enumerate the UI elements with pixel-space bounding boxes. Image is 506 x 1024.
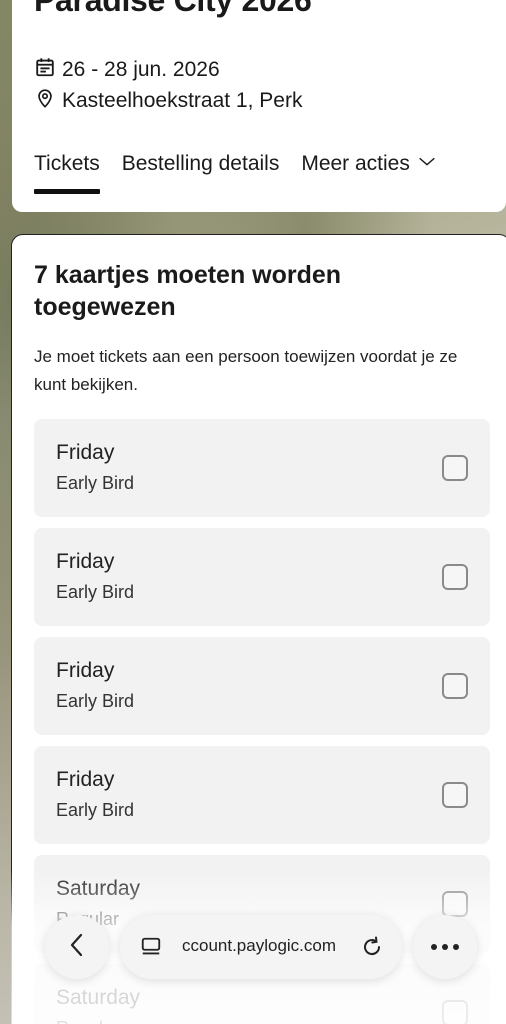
ticket-checkbox[interactable] xyxy=(442,564,468,590)
event-date-text: 26 - 28 jun. 2026 xyxy=(62,58,220,81)
ticket-item[interactable]: Friday Early Bird xyxy=(34,419,490,517)
event-tabs: Tickets Bestelling details Meer acties xyxy=(34,150,438,194)
ticket-type: Regular xyxy=(56,1018,119,1024)
tab-tickets[interactable]: Tickets xyxy=(34,150,100,194)
url-text: ccount.paylogic.com xyxy=(182,936,337,955)
assignment-description: Je moet tickets aan een persoon toewijze… xyxy=(34,347,458,394)
tabs-icon xyxy=(140,936,162,958)
tab-label: Tickets xyxy=(34,152,100,175)
ticket-checkbox[interactable] xyxy=(442,1000,468,1024)
ticket-checkbox[interactable] xyxy=(442,673,468,699)
ticket-day: Friday xyxy=(56,550,115,573)
tab-label: Bestelling details xyxy=(121,152,280,175)
assignment-heading: 7 kaartjes moeten worden toegewezen xyxy=(34,261,342,321)
ticket-day: Friday xyxy=(56,659,115,682)
event-location: Kasteelhoekstraat 1, Perk xyxy=(34,87,302,115)
chevron-down-icon xyxy=(416,150,438,178)
ticket-assignment-card: 7 kaartjes moeten worden toegewezen Je m… xyxy=(11,234,506,1024)
ticket-type: Early Bird xyxy=(56,800,135,820)
ticket-day: Friday xyxy=(56,768,115,791)
ticket-type: Early Bird xyxy=(56,691,135,711)
back-button[interactable] xyxy=(45,915,109,979)
ticket-type: Early Bird xyxy=(56,582,135,602)
address-bar[interactable]: ccount.paylogic.com xyxy=(120,915,402,979)
tab-meer-acties[interactable]: Meer acties xyxy=(301,150,438,194)
event-title: Paradise City 2026 xyxy=(34,0,312,18)
chevron-left-icon xyxy=(66,932,88,963)
event-location-text: Kasteelhoekstraat 1, Perk xyxy=(62,89,303,112)
ticket-day: Saturday xyxy=(56,877,141,900)
event-date: 26 - 28 jun. 2026 xyxy=(34,56,220,84)
reload-icon[interactable] xyxy=(360,935,384,959)
ticket-type: Early Bird xyxy=(56,473,135,493)
ticket-day: Saturday xyxy=(56,986,141,1009)
ticket-item[interactable]: Friday Early Bird xyxy=(34,637,490,735)
more-options-button[interactable] xyxy=(413,915,477,979)
ticket-item[interactable]: Friday Early Bird xyxy=(34,746,490,844)
event-header: Paradise City 2026 26 - 28 jun. 2026 Kas… xyxy=(12,0,506,212)
tab-bestelling-details[interactable]: Bestelling details xyxy=(122,150,280,194)
ticket-day: Friday xyxy=(56,441,115,464)
tab-label: Meer acties xyxy=(301,152,410,175)
calendar-icon xyxy=(34,56,56,84)
ticket-checkbox[interactable] xyxy=(442,455,468,481)
more-dots-icon xyxy=(430,938,460,956)
ticket-checkbox[interactable] xyxy=(442,891,468,917)
ticket-checkbox[interactable] xyxy=(442,782,468,808)
location-pin-icon xyxy=(34,87,56,115)
ticket-item[interactable]: Friday Early Bird xyxy=(34,528,490,626)
